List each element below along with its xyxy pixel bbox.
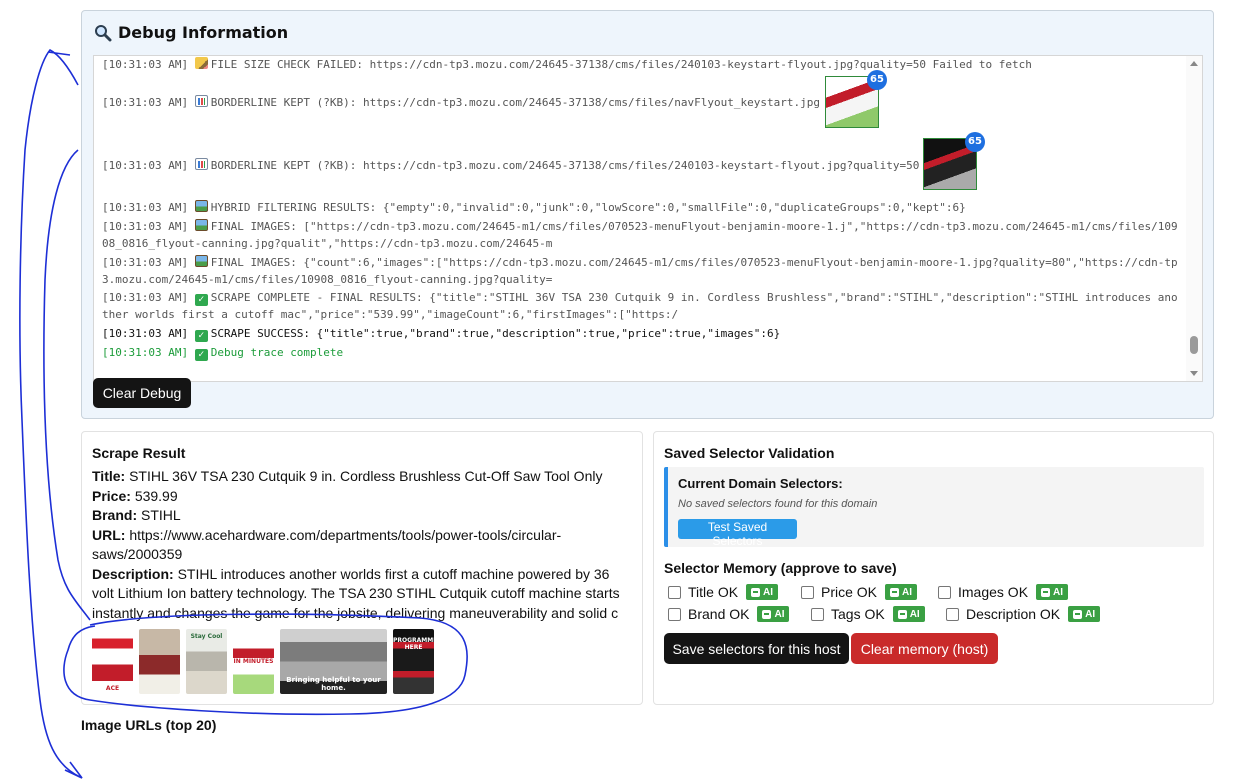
log-line: [10:31:03 AM] BORDERLINE KEPT (?KB): htt… — [102, 158, 920, 172]
chart-icon — [194, 158, 208, 170]
checkbox-box[interactable] — [938, 585, 951, 599]
score-badge: 65 — [965, 132, 985, 152]
robot-icon — [897, 609, 907, 619]
scrape-result-fields: Title: STIHL 36V TSA 230 Cutquik 9 in. C… — [92, 467, 622, 622]
thumbnail-image[interactable]: PROGRAMMED HERE — [393, 629, 434, 694]
result-title-row: Title: STIHL 36V TSA 230 Cutquik 9 in. C… — [92, 468, 603, 484]
result-description-row: Description: STIHL introduces another wo… — [92, 565, 620, 621]
ai-badge: AI — [757, 606, 790, 622]
picture-icon — [194, 255, 208, 267]
checkmark-icon: ✓ — [194, 294, 208, 306]
robot-icon — [1073, 609, 1083, 619]
checkbox-box[interactable] — [811, 607, 824, 621]
ai-badge: AI — [746, 584, 779, 600]
log-line: [10:31:03 AM] FINAL IMAGES: ["https://cd… — [102, 219, 1178, 250]
price-ok-checkbox[interactable]: Price OK AI — [801, 584, 918, 600]
log-line: [10:31:03 AM] FINAL IMAGES: {"count":6,"… — [102, 255, 1178, 286]
thumbnail-image[interactable] — [139, 629, 180, 694]
robot-icon — [762, 609, 772, 619]
image-thumbnails: ACE Stay Cool PROGRAMMED IN MINUTES Brin… — [92, 629, 434, 694]
scrape-result-card: Scrape Result Title: STIHL 36V TSA 230 C… — [81, 431, 643, 705]
ai-badge: AI — [1068, 606, 1101, 622]
thumbnail-image[interactable]: Stay Cool — [186, 629, 227, 694]
log-thumbnail: 65 — [825, 70, 887, 128]
chart-icon — [194, 95, 208, 107]
clear-debug-button[interactable]: Clear Debug — [93, 378, 191, 408]
scrape-result-title: Scrape Result — [92, 445, 186, 461]
domain-selectors-note: No saved selectors found for this domain — [678, 498, 878, 510]
brand-ok-checkbox[interactable]: Brand OK AI — [668, 606, 790, 622]
ai-badge: AI — [885, 584, 918, 600]
log-line: [10:31:03 AM] ✓ SCRAPE SUCCESS: {"title":… — [102, 327, 781, 342]
checkmark-icon: ✓ — [194, 349, 208, 361]
log-thumbnail: 65 — [923, 132, 985, 190]
magnifier-icon — [94, 24, 112, 42]
result-url-row: URL: https://www.acehardware.com/departm… — [92, 526, 562, 563]
ruler-icon — [194, 57, 208, 69]
result-price-row: Price: 539.99 — [92, 487, 178, 504]
checkbox-box[interactable] — [668, 585, 681, 599]
scroll-down-icon[interactable] — [1190, 371, 1198, 376]
checkbox-box[interactable] — [946, 607, 959, 621]
images-ok-checkbox[interactable]: Images OK AI — [938, 584, 1069, 600]
result-brand-row: Brand: STIHL — [92, 507, 181, 523]
selector-validation-card: Saved Selector Validation Current Domain… — [653, 431, 1214, 705]
robot-icon — [890, 587, 900, 597]
checkmark-icon: ✓ — [194, 330, 208, 342]
description-ok-checkbox[interactable]: Description OK AI — [946, 606, 1101, 622]
thumbnail-image[interactable]: Bringing helpful to your home. — [280, 629, 387, 694]
ai-badge: AI — [892, 606, 925, 622]
save-selectors-button[interactable]: Save selectors for this host — [664, 633, 849, 664]
debug-title-text: Debug Information — [118, 23, 289, 42]
checkbox-box[interactable] — [668, 607, 681, 621]
thumbnail-image[interactable]: PROGRAMMED IN MINUTES — [233, 629, 274, 694]
clear-memory-button[interactable]: Clear memory (host) — [851, 633, 998, 664]
selector-validation-title: Saved Selector Validation — [664, 445, 835, 461]
selector-memory-title: Selector Memory (approve to save) — [664, 560, 897, 576]
score-badge: 65 — [867, 70, 887, 90]
domain-selectors-label: Current Domain Selectors: — [678, 476, 843, 491]
robot-icon — [751, 587, 761, 597]
picture-icon — [194, 219, 208, 231]
scroll-up-icon[interactable] — [1190, 61, 1198, 66]
current-domain-selectors: Current Domain Selectors: No saved selec… — [664, 467, 1204, 548]
tags-ok-checkbox[interactable]: Tags OK AI — [811, 606, 925, 622]
log-line: [10:31:03 AM] HYBRID FILTERING RESULTS: … — [102, 200, 966, 214]
checkbox-box[interactable] — [801, 585, 814, 599]
scroll-thumb[interactable] — [1190, 336, 1198, 354]
log-line: [10:31:03 AM] BORDERLINE KEPT (?KB): htt… — [102, 95, 820, 109]
robot-icon — [1041, 587, 1051, 597]
thumbnail-image[interactable]: ACE — [92, 629, 133, 694]
debug-panel: Debug Information [10:31:03 AM] FILE SIZ… — [81, 10, 1214, 419]
debug-log[interactable]: [10:31:03 AM] FILE SIZE CHECK FAILED: ht… — [93, 55, 1203, 382]
log-line: [10:31:03 AM] FILE SIZE CHECK FAILED: ht… — [102, 57, 1032, 71]
ai-badge: AI — [1036, 584, 1069, 600]
log-line: [10:31:03 AM] ✓ SCRAPE COMPLETE - FINAL R… — [102, 291, 1178, 321]
image-urls-title: Image URLs (top 20) — [81, 717, 217, 733]
picture-icon — [194, 200, 208, 212]
log-line: [10:31:03 AM] ✓ Debug trace complete — [102, 346, 344, 361]
debug-title: Debug Information — [94, 23, 288, 42]
title-ok-checkbox[interactable]: Title OK AI — [668, 584, 779, 600]
test-saved-selectors-button[interactable]: Test Saved Selectors — [678, 519, 797, 548]
log-scrollbar[interactable] — [1186, 56, 1202, 381]
